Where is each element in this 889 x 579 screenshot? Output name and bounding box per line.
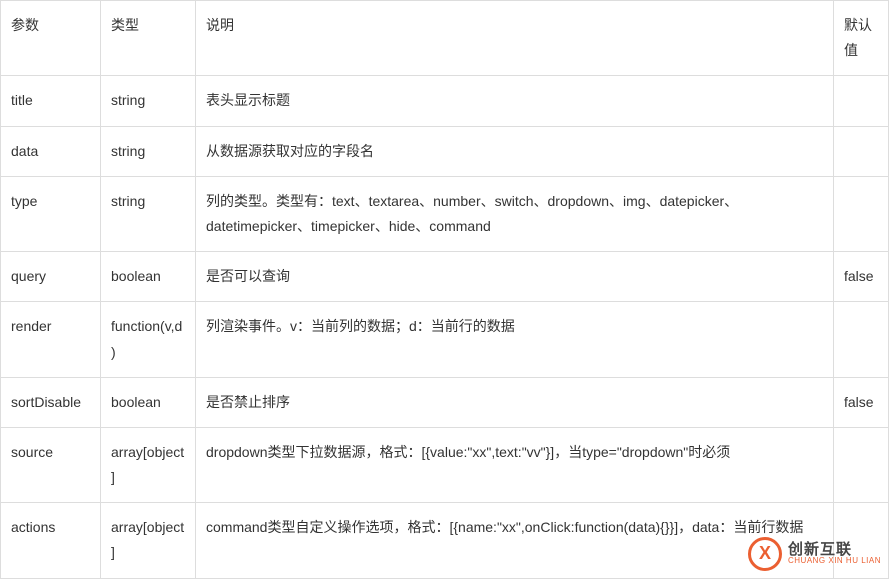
cell-desc: command类型自定义操作选项，格式：[{name:"xx",onClick:…	[196, 503, 834, 578]
table-row: query boolean 是否可以查询 false	[1, 252, 889, 302]
cell-type: array[object]	[101, 427, 196, 502]
cell-type: boolean	[101, 377, 196, 427]
header-default: 默认值	[834, 1, 889, 76]
cell-default	[834, 76, 889, 126]
cell-param: type	[1, 176, 101, 251]
header-param: 参数	[1, 1, 101, 76]
cell-param: title	[1, 76, 101, 126]
cell-param: sortDisable	[1, 377, 101, 427]
cell-type: function(v,d)	[101, 302, 196, 377]
table-row: type string 列的类型。类型有：text、textarea、numbe…	[1, 176, 889, 251]
cell-desc: 列渲染事件。v：当前列的数据；d：当前行的数据	[196, 302, 834, 377]
cell-param: query	[1, 252, 101, 302]
api-params-table: 参数 类型 说明 默认值 title string 表头显示标题 data st…	[0, 0, 889, 579]
cell-default	[834, 427, 889, 502]
cell-default	[834, 176, 889, 251]
cell-type: string	[101, 76, 196, 126]
cell-desc: dropdown类型下拉数据源，格式：[{value:"xx",text:"vv…	[196, 427, 834, 502]
cell-default	[834, 503, 889, 578]
table-row: title string 表头显示标题	[1, 76, 889, 126]
cell-desc: 从数据源获取对应的字段名	[196, 126, 834, 176]
cell-desc: 是否可以查询	[196, 252, 834, 302]
cell-default	[834, 302, 889, 377]
cell-type: string	[101, 126, 196, 176]
cell-default	[834, 126, 889, 176]
table-row: render function(v,d) 列渲染事件。v：当前列的数据；d：当前…	[1, 302, 889, 377]
table-header-row: 参数 类型 说明 默认值	[1, 1, 889, 76]
table-row: sortDisable boolean 是否禁止排序 false	[1, 377, 889, 427]
cell-type: string	[101, 176, 196, 251]
cell-default: false	[834, 252, 889, 302]
cell-type: boolean	[101, 252, 196, 302]
table-row: actions array[object] command类型自定义操作选项，格…	[1, 503, 889, 578]
table-row: data string 从数据源获取对应的字段名	[1, 126, 889, 176]
cell-desc: 表头显示标题	[196, 76, 834, 126]
header-desc: 说明	[196, 1, 834, 76]
table-row: source array[object] dropdown类型下拉数据源，格式：…	[1, 427, 889, 502]
cell-desc: 列的类型。类型有：text、textarea、number、switch、dro…	[196, 176, 834, 251]
cell-param: source	[1, 427, 101, 502]
header-type: 类型	[101, 1, 196, 76]
cell-type: array[object]	[101, 503, 196, 578]
cell-desc: 是否禁止排序	[196, 377, 834, 427]
cell-param: render	[1, 302, 101, 377]
cell-param: data	[1, 126, 101, 176]
cell-param: actions	[1, 503, 101, 578]
cell-default: false	[834, 377, 889, 427]
